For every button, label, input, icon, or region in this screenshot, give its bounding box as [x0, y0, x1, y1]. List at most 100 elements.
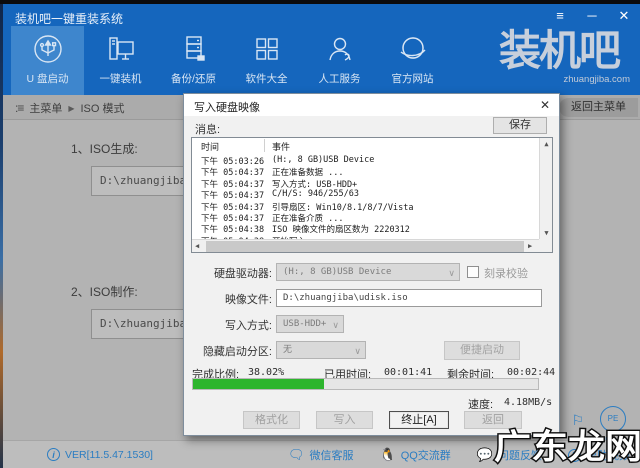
nav-label: 一键装机	[99, 73, 142, 85]
brand-logo-text: 装机吧	[498, 27, 621, 74]
version-info: i VER[11.5.47.1530]	[47, 448, 153, 461]
feedback-bubble-icon: 💬	[476, 447, 493, 462]
nav-item-software[interactable]: 软件大全	[230, 26, 303, 95]
drive-select[interactable]: (H:, 8 GB)USB Device ∨	[276, 263, 460, 281]
iso-make-label: 2、ISO制作:	[71, 285, 138, 299]
column-divider	[264, 139, 265, 152]
nav-label: 官方网站	[391, 73, 434, 85]
progress-fill	[193, 379, 325, 389]
log-row[interactable]: 下午 05:04:38 ISO 映像文件的扇区数为 2220312	[192, 222, 538, 235]
log-column-time[interactable]: 时间	[201, 140, 219, 153]
speed-label: 速度:	[468, 399, 494, 411]
log-header: 时间 事件	[192, 138, 552, 153]
apps-icon	[255, 38, 278, 60]
write-method-select[interactable]: USB-HDD+ ∨	[276, 315, 344, 333]
write-disk-image-dialog: 写入硬盘映像 ✕ 消息: 保存 时间 事件 下午 05:03:26 (H:, 8 …	[183, 93, 560, 436]
breadcrumb-separator-icon: ▶	[68, 103, 75, 113]
message-label: 消息:	[195, 124, 221, 136]
scrollbar-thumb[interactable]	[206, 241, 524, 252]
quick-boot-button[interactable]: 便捷启动	[444, 341, 520, 360]
backup-icon	[185, 36, 205, 61]
brand-logo-domain: zhuangjiba.com	[563, 74, 630, 85]
version-text: VER[11.5.47.1530]	[65, 448, 153, 461]
nav-item-one-key-install[interactable]: 一键装机	[84, 26, 157, 95]
menu-icon[interactable]: ≡	[552, 8, 568, 24]
hidden-partition-value: 无	[283, 345, 293, 355]
verify-label[interactable]: 刻录校验	[484, 265, 528, 281]
abort-button[interactable]: 终止[A]	[389, 411, 449, 429]
computer-icon	[108, 37, 134, 60]
scrollbar-corner	[539, 239, 552, 252]
progress-bar	[192, 378, 539, 390]
log-row[interactable]: 下午 05:04:37 正在准备数据 ...	[192, 165, 538, 178]
hidden-partition-select[interactable]: 无 ∨	[276, 341, 366, 359]
log-row[interactable]: 下午 05:04:37 写入方式: USB-HDD+	[192, 177, 538, 190]
main-nav: U 盘启动 一键装机 备份/还原 软件大全 人工服务 官方网站	[11, 26, 449, 95]
nav-label: 软件大全	[245, 73, 288, 85]
watermark: 广东龙网	[493, 427, 640, 467]
speed-value: 4.18MB/s	[504, 397, 553, 408]
screen: 装机吧一键重装系统 ≡ ─ ✕ U 盘启动 一键装机 备份/还原 软件大全 人工…	[0, 0, 640, 468]
nav-label: U 盘启动	[26, 73, 69, 85]
qq-group-link[interactable]: 🐧 QQ交流群	[380, 447, 451, 463]
globe-icon	[400, 37, 426, 59]
nav-item-backup-restore[interactable]: 备份/还原	[157, 26, 230, 95]
horizontal-scrollbar[interactable]: ◀ ▶	[192, 239, 539, 252]
verify-checkbox[interactable]	[467, 266, 479, 278]
desktop-top-strip	[0, 0, 640, 4]
info-icon: i	[47, 448, 60, 461]
qq-icon: 🐧	[379, 447, 396, 462]
list-icon: :≡	[15, 101, 24, 115]
footer-link-label: QQ交流群	[400, 450, 451, 462]
iso-generate-label: 1、ISO生成:	[71, 142, 138, 156]
footer-link-label: 微信客服	[309, 450, 354, 462]
log-row[interactable]: 下午 05:04:37 引导扇区: Win10/8.1/8/7/Vista	[192, 200, 538, 213]
usb-icon	[33, 35, 62, 63]
event-log-table[interactable]: 时间 事件 下午 05:03:26 (H:, 8 GB)USB Device 下午 …	[191, 137, 553, 253]
log-rows: 下午 05:03:26 (H:, 8 GB)USB Device 下午 05:04:…	[192, 154, 538, 247]
minimize-icon[interactable]: ─	[584, 8, 600, 24]
support-icon	[328, 37, 351, 61]
chevron-down-icon: ∨	[354, 346, 361, 356]
breadcrumb-root[interactable]: 主菜单	[29, 100, 62, 116]
remaining-value: 00:02:44	[507, 367, 556, 378]
scroll-up-icon[interactable]: ▲	[540, 140, 553, 148]
scroll-right-icon[interactable]: ▶	[528, 242, 532, 250]
wechat-service-link[interactable]: 🗨 微信客服	[288, 447, 354, 463]
drive-label: 硬盘驱动器:	[213, 268, 272, 280]
wechat-icon: 🗨	[287, 447, 305, 462]
scroll-left-icon[interactable]: ◀	[195, 242, 199, 250]
dialog-title: 写入硬盘映像	[194, 102, 260, 114]
desktop-left-strip	[0, 4, 3, 468]
elapsed-value: 00:01:41	[384, 367, 433, 378]
nav-item-website[interactable]: 官方网站	[376, 26, 449, 95]
format-button[interactable]: 格式化	[243, 411, 300, 429]
chevron-down-icon: ∨	[332, 320, 339, 330]
done-ratio-value: 38.02%	[248, 367, 285, 378]
write-button[interactable]: 写入	[316, 411, 373, 429]
nav-item-support[interactable]: 人工服务	[303, 26, 376, 95]
dialog-titlebar[interactable]: 写入硬盘映像 ✕	[184, 94, 559, 116]
image-file-label: 映像文件:	[224, 294, 272, 306]
vertical-scrollbar[interactable]: ▲ ▼	[539, 138, 552, 239]
log-row[interactable]: 下午 05:04:37 正在准备介质 ...	[192, 211, 538, 224]
window-controls: ≡ ─ ✕	[552, 8, 632, 24]
hidden-partition-label: 隐藏启动分区:	[202, 346, 272, 358]
write-method-label: 写入方式:	[224, 320, 272, 332]
image-file-input[interactable]: D:\zhuangjiba\udisk.iso	[276, 289, 542, 307]
app-header: 装机吧一键重装系统 ≡ ─ ✕ U 盘启动 一键装机 备份/还原 软件大全 人工…	[3, 4, 640, 95]
log-row[interactable]: 下午 05:04:37 C/H/S: 946/255/63	[192, 188, 538, 201]
nav-item-usb-boot[interactable]: U 盘启动	[11, 26, 84, 95]
close-icon[interactable]: ✕	[616, 8, 632, 24]
log-row[interactable]: 下午 05:03:26 (H:, 8 GB)USB Device	[192, 154, 538, 167]
save-button[interactable]: 保存	[493, 117, 547, 134]
scroll-down-icon[interactable]: ▼	[540, 229, 553, 237]
breadcrumb: :≡ 主菜单 ▶ ISO 模式	[15, 100, 125, 116]
breadcrumb-current: ISO 模式	[80, 103, 125, 115]
dialog-close-icon[interactable]: ✕	[540, 98, 550, 112]
back-to-main-menu-button[interactable]: 返回主菜单	[559, 98, 638, 117]
nav-label: 人工服务	[318, 73, 361, 85]
window-title: 装机吧一键重装系统	[15, 12, 124, 26]
drive-select-value: (H:, 8 GB)USB Device	[283, 267, 392, 277]
log-column-event[interactable]: 事件	[272, 140, 290, 153]
